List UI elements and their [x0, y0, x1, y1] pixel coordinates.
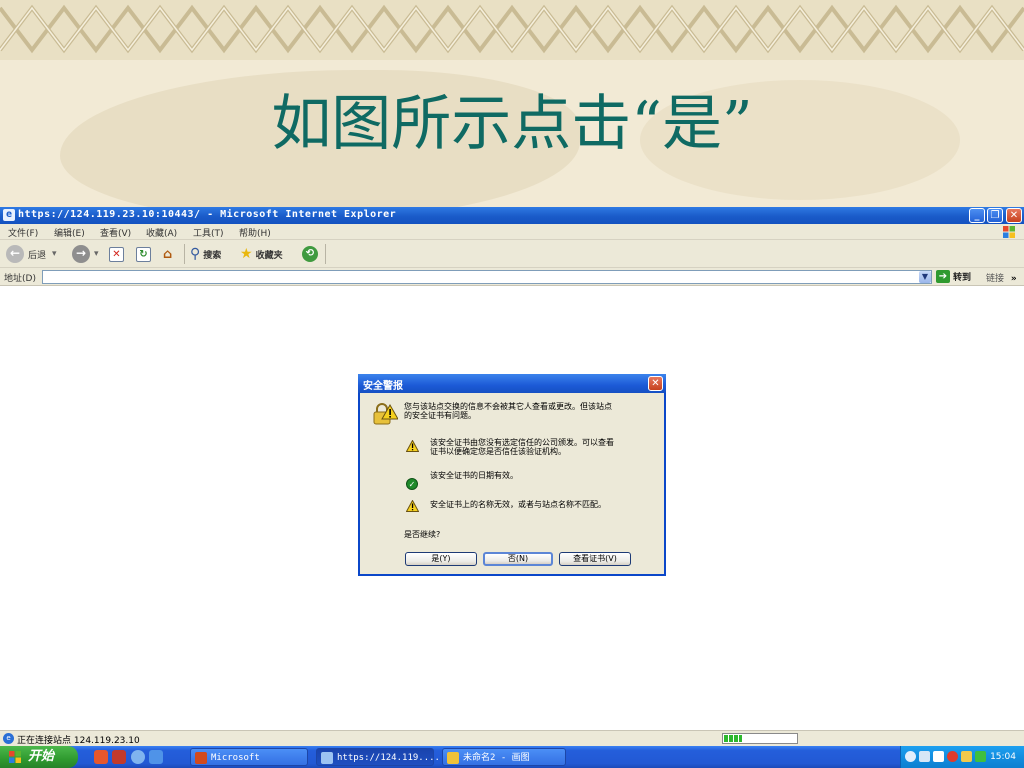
menu-bar: 文件(F) 编辑(E) 查看(V) 收藏(A) 工具(T) 帮助(H) — [0, 224, 1024, 240]
stop-button[interactable]: ✕ — [109, 244, 124, 264]
forward-arrow-icon: → — [72, 245, 90, 263]
no-button[interactable]: 否(N) — [483, 552, 553, 566]
windows-logo-icon — [1003, 226, 1015, 238]
paint-icon — [447, 752, 459, 764]
slide-header: 如图所示点击“是” — [0, 0, 1024, 207]
slide-title: 如图所示点击“是” — [271, 89, 753, 159]
yes-button[interactable]: 是(Y) — [405, 552, 477, 566]
links-label: 链接 — [986, 274, 1005, 284]
wireless-icon[interactable] — [975, 751, 986, 762]
menu-file[interactable]: 文件(F) — [8, 226, 38, 239]
close-button[interactable]: ✕ — [1006, 208, 1022, 223]
continue-question: 是否继续? — [404, 530, 441, 539]
status-text: 正在连接站点 124.119.23.10 — [17, 736, 140, 746]
stop-icon: ✕ — [109, 246, 124, 262]
system-tray: 15:04 — [900, 746, 1024, 768]
security-alert-dialog: 安全警报 ✕ 您与该站点交换的信息不会被其它人查看或更改。但该站点 的安全证书有… — [358, 374, 666, 576]
address-dropdown-button[interactable]: ▼ — [919, 271, 931, 283]
warning-icon — [406, 500, 419, 512]
dialog-titlebar[interactable]: 安全警报 ✕ — [358, 374, 666, 393]
dialog-intro-line1: 您与该站点交换的信息不会被其它人查看或更改。但该站点 — [404, 402, 612, 411]
task-label: https://124.119.... — [337, 753, 440, 763]
address-bar: 地址(D) ▼ ➔ 转到 链接 » — [0, 268, 1024, 286]
powerpoint-icon — [195, 752, 207, 764]
restore-button[interactable]: ❐ — [987, 208, 1003, 223]
chevron-down-icon: ▾ — [52, 249, 57, 259]
quicklaunch-desktop-icon[interactable] — [149, 750, 163, 764]
quicklaunch-app-icon[interactable] — [112, 750, 126, 764]
view-certificate-button[interactable]: 查看证书(V) — [559, 552, 631, 566]
menu-tools[interactable]: 工具(T) — [193, 226, 224, 239]
back-button[interactable]: ← 后退 ▾ — [6, 244, 57, 264]
home-icon: ⌂ — [162, 246, 173, 262]
taskbar-item-powerpoint[interactable]: Microsoft PowerP... — [190, 748, 308, 766]
ornamental-border — [0, 0, 1024, 60]
start-label: 开始 — [28, 749, 55, 764]
taskbar-item-ie[interactable]: https://124.119.... — [316, 748, 440, 766]
windows-flag-icon — [9, 751, 21, 763]
ie-document-icon: e — [3, 209, 15, 221]
check-icon: ✓ — [406, 478, 418, 490]
search-icon: ⚲ — [190, 246, 201, 262]
address-label: 地址(D) — [4, 274, 36, 284]
chevron-down-icon: ▾ — [94, 249, 99, 259]
status-bar: e 正在连接站点 124.119.23.10 — [0, 730, 1024, 746]
refresh-icon: ↻ — [136, 246, 151, 262]
history-button[interactable]: ⟲ — [302, 244, 318, 264]
lock-icon[interactable] — [961, 751, 972, 762]
browser-titlebar[interactable]: e https://124.119.23.10:10443/ - Microso… — [0, 207, 1024, 224]
go-button[interactable]: ➔ 转到 — [936, 270, 971, 283]
task-label: 未命名2 - 画图 — [463, 753, 530, 763]
minimize-button[interactable]: _ — [969, 208, 985, 223]
dialog-close-button[interactable]: ✕ — [648, 376, 663, 391]
tray-expand-icon[interactable] — [905, 751, 916, 762]
dialog-title: 安全警报 — [363, 381, 403, 392]
toolbar-separator — [184, 244, 185, 264]
network-icon[interactable] — [919, 751, 930, 762]
cert-issuer-warning-line1: 该安全证书由您没有选定信任的公司颁发。可以查看 — [430, 438, 614, 447]
loading-page-icon: e — [3, 733, 14, 744]
favorites-button[interactable]: ★ 收藏夹 — [240, 244, 283, 264]
ie-icon — [321, 752, 333, 764]
star-icon: ★ — [240, 246, 253, 262]
forward-button[interactable]: → ▾ — [72, 244, 99, 264]
menu-view[interactable]: 查看(V) — [100, 226, 131, 239]
toolbar-separator — [325, 244, 326, 264]
cert-issuer-warning-line2: 证书以便确定您是否信任该验证机构。 — [430, 447, 566, 456]
address-input[interactable] — [42, 270, 932, 284]
cert-date-valid-text: 该安全证书的日期有效。 — [430, 471, 518, 480]
search-label: 搜索 — [203, 250, 222, 261]
favorites-label: 收藏夹 — [255, 250, 283, 261]
taskbar: 开始 Microsoft PowerP... https://124.119..… — [0, 746, 1024, 768]
volume-icon[interactable] — [933, 751, 944, 762]
menu-help[interactable]: 帮助(H) — [239, 226, 271, 239]
cert-name-mismatch-text: 安全证书上的名称无效，或者与站点名称不匹配。 — [430, 500, 606, 509]
back-arrow-icon: ← — [6, 245, 24, 263]
loading-progress-bar — [722, 733, 798, 744]
menu-edit[interactable]: 编辑(E) — [54, 226, 85, 239]
back-label: 后退 — [28, 250, 47, 261]
warning-icon — [406, 440, 419, 452]
menu-favorites[interactable]: 收藏(A) — [146, 226, 177, 239]
history-icon: ⟲ — [302, 246, 318, 262]
lock-warning-icon — [373, 403, 398, 425]
taskbar-item-paint[interactable]: 未命名2 - 画图 — [442, 748, 566, 766]
progress-fill — [724, 735, 742, 742]
clock[interactable]: 15:04 — [990, 746, 1016, 768]
go-label: 转到 — [953, 273, 972, 283]
browser-toolbar: ← 后退 ▾ → ▾ ✕ ↻ ⌂ ⚲ 搜索 ★ 收藏夹 ⟲ — [0, 240, 1024, 268]
refresh-button[interactable]: ↻ — [136, 244, 151, 264]
task-label: Microsoft PowerP... — [211, 753, 260, 763]
start-button[interactable]: 开始 — [0, 746, 78, 768]
browser-title: https://124.119.23.10:10443/ - Microsoft… — [18, 209, 397, 220]
search-button[interactable]: ⚲ 搜索 — [190, 244, 221, 264]
dialog-intro-line2: 的安全证书有问题。 — [404, 411, 476, 420]
home-button[interactable]: ⌂ — [160, 244, 175, 264]
links-button[interactable]: 链接 » — [986, 271, 1017, 284]
quicklaunch-app-icon[interactable] — [94, 750, 108, 764]
go-arrow-icon: ➔ — [936, 270, 950, 283]
chevron-right-icon: » — [1010, 274, 1017, 284]
security-shield-icon[interactable] — [947, 751, 958, 762]
quicklaunch-ie-icon[interactable] — [131, 750, 145, 764]
